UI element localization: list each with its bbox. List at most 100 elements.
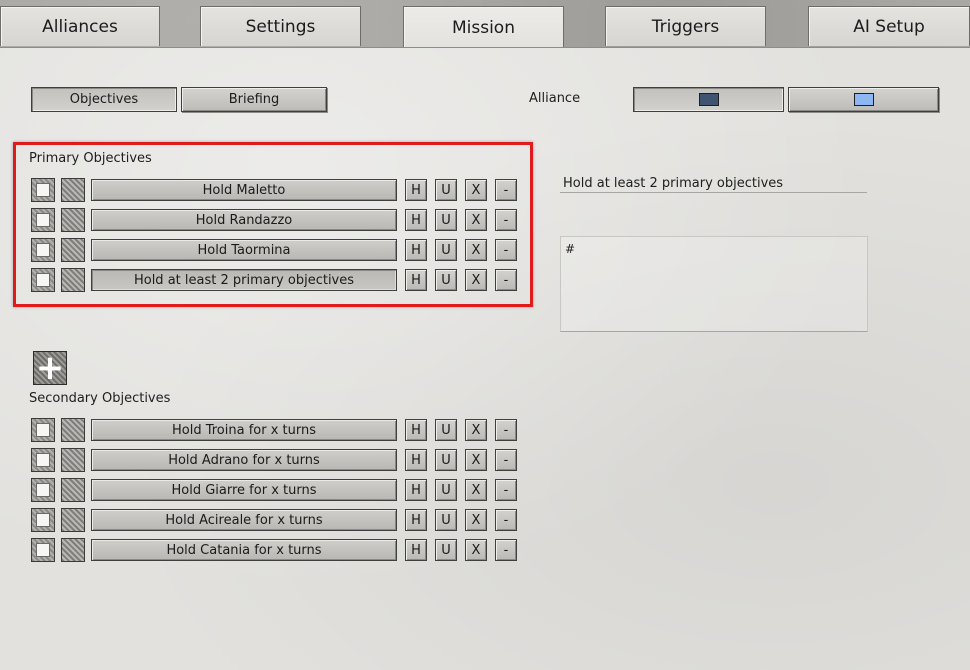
objective-x-button[interactable]: X <box>465 539 487 561</box>
objective-h-button[interactable]: H <box>405 479 427 501</box>
objective-checkbox[interactable] <box>31 268 55 292</box>
x-label: X <box>471 422 481 438</box>
objective-u-button[interactable]: U <box>435 239 457 261</box>
objective-name-field[interactable]: Hold at least 2 primary objectives <box>560 175 867 193</box>
objective-x-button[interactable]: X <box>465 509 487 531</box>
objective-remove-button[interactable]: - <box>495 509 517 531</box>
objective-remove-button[interactable]: - <box>495 479 517 501</box>
objective-label: Hold Troina for x turns <box>171 422 316 438</box>
objective-checkbox[interactable] <box>31 238 55 262</box>
checkbox-box <box>36 483 50 497</box>
objective-checkbox[interactable] <box>31 538 55 562</box>
objective-remove-button[interactable]: - <box>495 539 517 561</box>
objective-h-button[interactable]: H <box>405 509 427 531</box>
objective-label: Hold Acireale for x turns <box>165 512 323 528</box>
objective-marker-toggle[interactable] <box>61 178 85 202</box>
objective-marker-toggle[interactable] <box>61 418 85 442</box>
briefing-subtab-button[interactable]: Briefing <box>181 87 327 112</box>
h-label: H <box>411 452 421 468</box>
objective-h-button[interactable]: H <box>405 179 427 201</box>
objective-u-button[interactable]: U <box>435 179 457 201</box>
objective-u-button[interactable]: U <box>435 539 457 561</box>
objective-button[interactable]: Hold Troina for x turns <box>91 419 397 441</box>
objective-remove-button[interactable]: - <box>495 179 517 201</box>
objective-checkbox[interactable] <box>31 418 55 442</box>
objective-x-button[interactable]: X <box>465 419 487 441</box>
remove-label: - <box>503 452 509 468</box>
alliance-1-color-swatch <box>698 93 719 106</box>
objectives-subtab-button[interactable]: Objectives <box>31 87 177 112</box>
objective-button[interactable]: Hold Adrano for x turns <box>91 449 397 471</box>
objective-u-button[interactable]: U <box>435 479 457 501</box>
objective-u-button[interactable]: U <box>435 509 457 531</box>
tab-triggers[interactable]: Triggers <box>605 6 766 46</box>
objective-x-button[interactable]: X <box>465 479 487 501</box>
x-label: X <box>471 542 481 558</box>
objective-x-button[interactable]: X <box>465 209 487 231</box>
objective-checkbox[interactable] <box>31 508 55 532</box>
objective-marker-toggle[interactable] <box>61 538 85 562</box>
checkbox-box <box>36 513 50 527</box>
u-label: U <box>441 542 451 558</box>
plus-icon: + <box>35 348 65 388</box>
objective-marker-toggle[interactable] <box>61 208 85 232</box>
objective-button[interactable]: Hold Acireale for x turns <box>91 509 397 531</box>
checkbox-box <box>36 183 50 197</box>
tab-ai-setup[interactable]: AI Setup <box>808 6 970 46</box>
objective-h-button[interactable]: H <box>405 539 427 561</box>
objective-marker-toggle[interactable] <box>61 448 85 472</box>
u-label: U <box>441 512 451 528</box>
objective-marker-toggle[interactable] <box>61 238 85 262</box>
checkbox-box <box>36 243 50 257</box>
objective-button-selected[interactable]: Hold at least 2 primary objectives <box>91 269 397 291</box>
objective-checkbox[interactable] <box>31 178 55 202</box>
objective-marker-toggle[interactable] <box>61 508 85 532</box>
objective-u-button[interactable]: U <box>435 419 457 441</box>
objective-x-button[interactable]: X <box>465 179 487 201</box>
objective-marker-toggle[interactable] <box>61 268 85 292</box>
alliance-2-color-swatch <box>853 93 874 106</box>
objective-remove-button[interactable]: - <box>495 449 517 471</box>
x-label: X <box>471 452 481 468</box>
objective-h-button[interactable]: H <box>405 419 427 441</box>
objective-u-button[interactable]: U <box>435 269 457 291</box>
objective-remove-button[interactable]: - <box>495 239 517 261</box>
h-label: H <box>411 212 421 228</box>
objective-button[interactable]: Hold Randazzo <box>91 209 397 231</box>
tab-alliances[interactable]: Alliances <box>0 6 160 46</box>
u-label: U <box>441 242 451 258</box>
objective-remove-button[interactable]: - <box>495 419 517 441</box>
objective-h-button[interactable]: H <box>405 449 427 471</box>
objective-checkbox[interactable] <box>31 478 55 502</box>
objective-x-button[interactable]: X <box>465 449 487 471</box>
objective-h-button[interactable]: H <box>405 239 427 261</box>
objective-x-button[interactable]: X <box>465 239 487 261</box>
objective-h-button[interactable]: H <box>405 269 427 291</box>
objective-u-button[interactable]: U <box>435 449 457 471</box>
objective-button[interactable]: Hold Taormina <box>91 239 397 261</box>
objective-button[interactable]: Hold Catania for x turns <box>91 539 397 561</box>
secondary-objective-row: Hold Adrano for x turns H U X - <box>31 448 521 472</box>
h-label: H <box>411 512 421 528</box>
add-objective-button[interactable]: + <box>33 351 67 385</box>
objective-text-area[interactable]: # <box>560 236 868 332</box>
objective-button[interactable]: Hold Maletto <box>91 179 397 201</box>
objective-remove-button[interactable]: - <box>495 269 517 291</box>
h-label: H <box>411 272 421 288</box>
objective-marker-toggle[interactable] <box>61 478 85 502</box>
objective-remove-button[interactable]: - <box>495 209 517 231</box>
objective-checkbox[interactable] <box>31 208 55 232</box>
objective-h-button[interactable]: H <box>405 209 427 231</box>
objective-button[interactable]: Hold Giarre for x turns <box>91 479 397 501</box>
x-label: X <box>471 482 481 498</box>
alliance-2-button[interactable] <box>788 87 939 112</box>
tab-mission[interactable]: Mission <box>403 6 564 48</box>
objective-x-button[interactable]: X <box>465 269 487 291</box>
objective-label: Hold Taormina <box>197 242 291 258</box>
alliance-1-button[interactable] <box>633 87 784 112</box>
remove-label: - <box>503 422 509 438</box>
tab-settings[interactable]: Settings <box>200 6 361 46</box>
objective-checkbox[interactable] <box>31 448 55 472</box>
objective-u-button[interactable]: U <box>435 209 457 231</box>
primary-objective-row: Hold Taormina H U X - <box>31 238 521 262</box>
